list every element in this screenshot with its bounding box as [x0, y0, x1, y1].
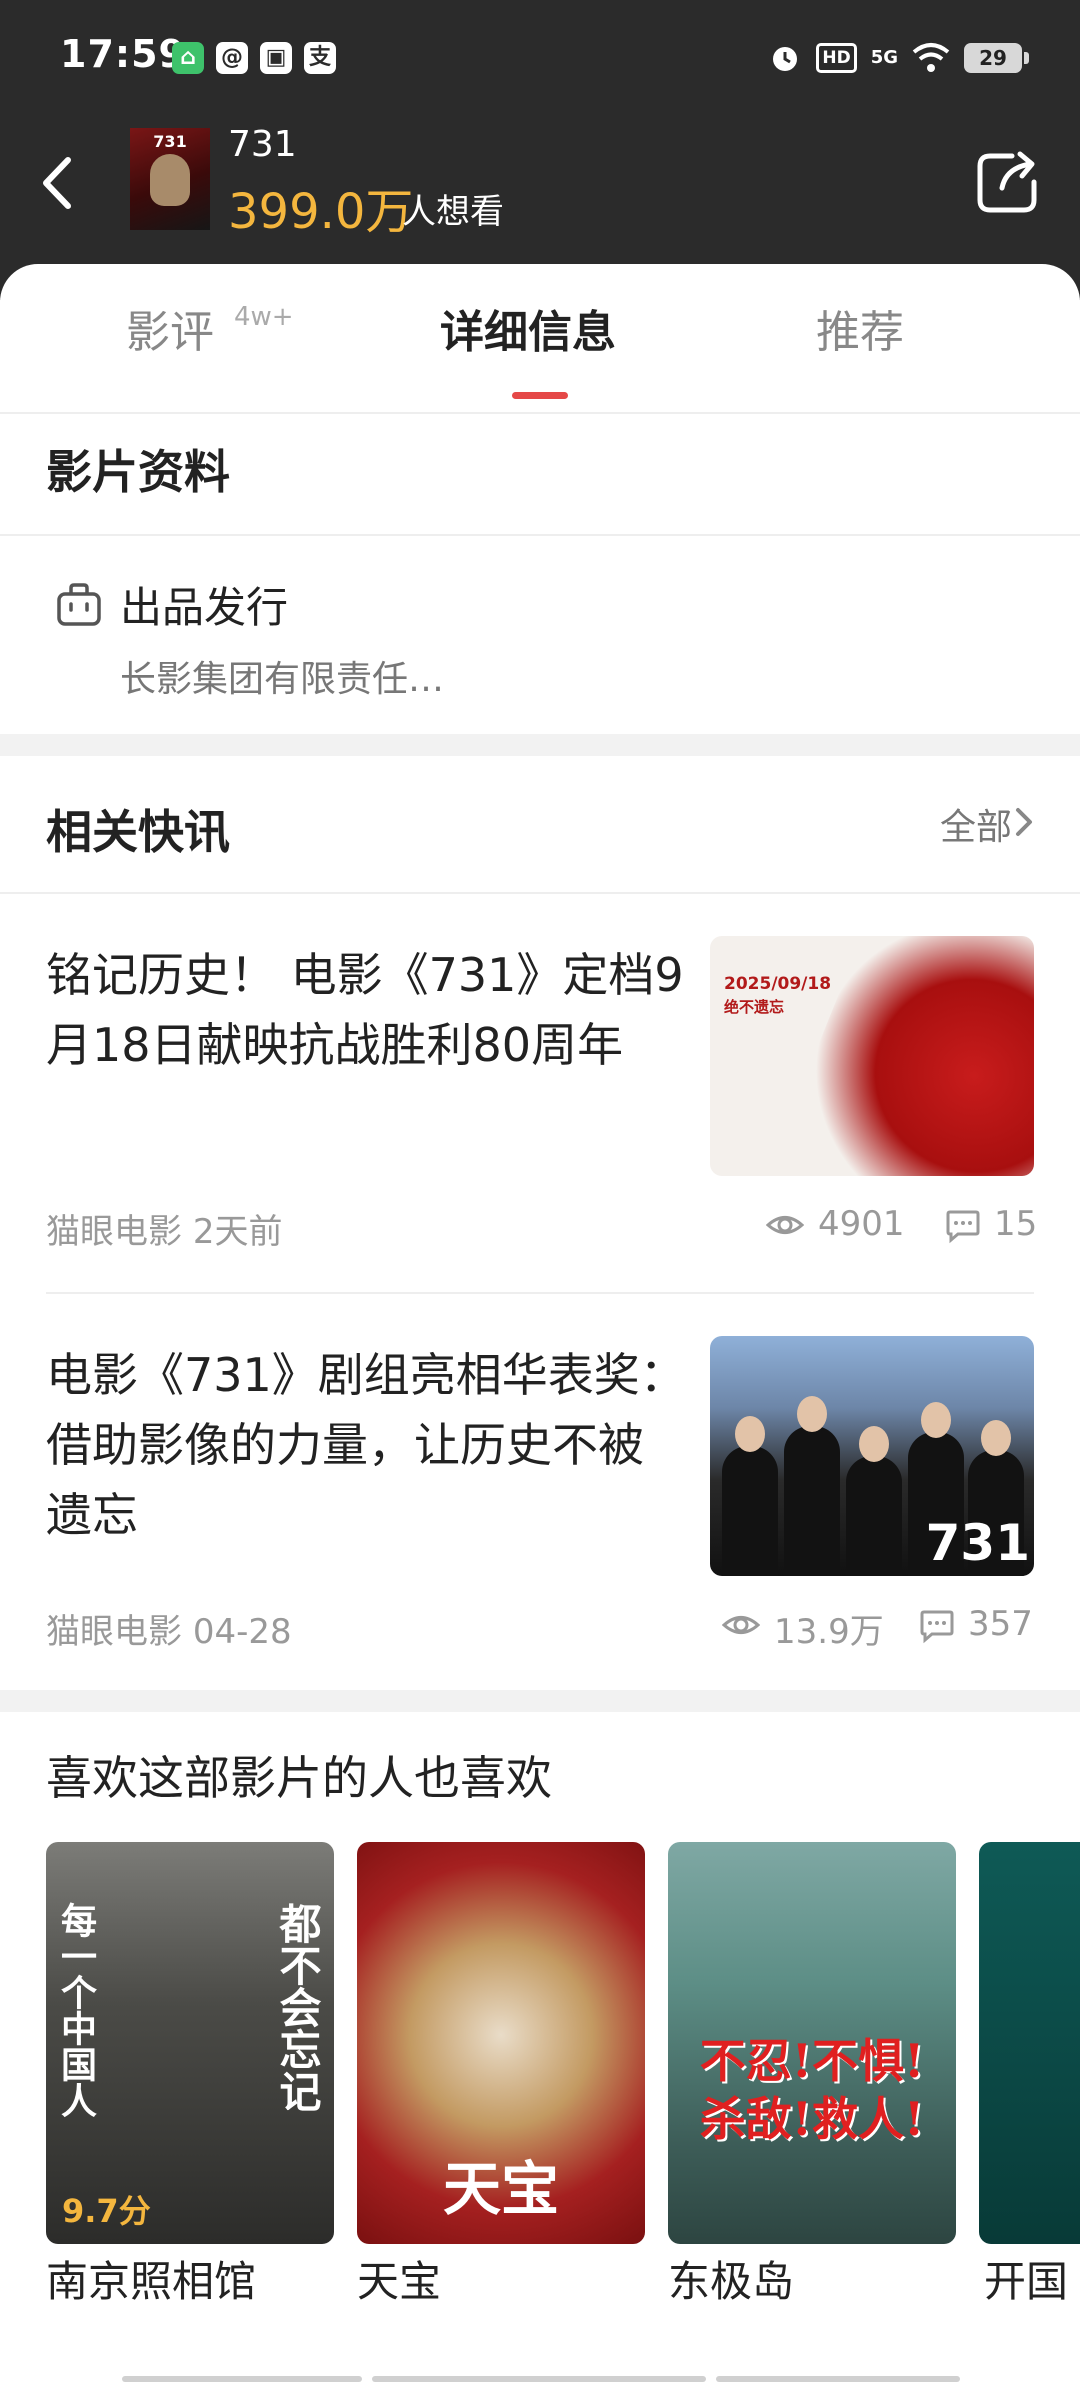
wifi-icon: [912, 43, 950, 72]
eye-icon: [766, 1216, 804, 1234]
news-section-title: 相关快讯: [46, 805, 230, 859]
qq-app-icon: @: [216, 42, 248, 74]
divider: [0, 892, 1080, 894]
news-thumbnail[interactable]: 2025/09/18 绝不遗忘: [710, 936, 1034, 1176]
comment-icon: [946, 1210, 980, 1244]
app-header: 17:59 ⌂ @ ▣ 支 HD 5G 29 731 731 399.0万 人想…: [0, 0, 1080, 300]
news-time: 04-28: [192, 1612, 292, 1652]
news-source-name: 猫眼电影: [46, 1212, 182, 1252]
news-view-count: 13.9万: [774, 1612, 884, 1652]
recommendation-poster[interactable]: [979, 1842, 1080, 2244]
cast-member-figure: [722, 1416, 778, 1576]
thumbnail-date-text: 2025/09/18: [724, 974, 832, 994]
recommendations-title: 喜欢这部影片的人也喜欢: [46, 1751, 552, 1805]
blood-splash-graphic: [773, 936, 1034, 1176]
alipay-icon: 支: [304, 42, 336, 74]
news-view-all-button[interactable]: 全部: [940, 798, 1012, 850]
scroll-indicator: [716, 2376, 960, 2382]
recommendation-name[interactable]: 南京照相馆: [46, 2248, 256, 2309]
cast-member-figure: [846, 1426, 902, 1576]
divider: [0, 534, 1080, 536]
signal-5g-icon: 5G: [870, 47, 898, 68]
recommendation-name[interactable]: 开国: [984, 2248, 1068, 2309]
movie-score: 9.7分: [62, 2192, 151, 2230]
news-time: 2天前: [192, 1212, 283, 1252]
tab-reviews[interactable]: 影评: [126, 296, 214, 360]
eye-icon: [722, 1616, 760, 1634]
news-comment-count: 15: [994, 1204, 1038, 1244]
news-source-name: 猫眼电影: [46, 1612, 182, 1652]
poster-slogan-left: 每一个中国人: [55, 1902, 97, 2118]
recommendation-poster[interactable]: 天宝: [357, 1842, 645, 2244]
poster-title-text: 731: [153, 132, 187, 151]
news-title[interactable]: 电影《731》剧组亮相华表奖：借助影像的力量，让历史不被遗忘: [46, 1340, 686, 1550]
status-time: 17:59: [60, 32, 186, 76]
news-comment-count: 357: [968, 1604, 1033, 1644]
news-source: 猫眼电影 2天前: [46, 1204, 282, 1253]
section-separator: [0, 1690, 1080, 1712]
production-value[interactable]: 长影集团有限责任…: [120, 650, 444, 702]
poster-slogan-right: 都不会忘记: [273, 1902, 322, 2112]
alarm-icon: [773, 47, 798, 71]
comment-icon: [920, 1610, 954, 1644]
news-thumbnail[interactable]: 731: [710, 1336, 1034, 1576]
briefcase-icon: [57, 583, 101, 626]
poster-figure: [150, 154, 190, 206]
scroll-indicator: [372, 2376, 706, 2382]
tab-details[interactable]: 详细信息: [440, 296, 616, 360]
divider: [46, 1292, 1034, 1294]
status-right-icons: HD 5G 29: [768, 40, 1029, 76]
tab-bar: 影评 4w+ 详细信息 推荐: [0, 264, 1080, 414]
news-source: 猫眼电影 04-28: [46, 1604, 292, 1653]
thumbnail-tag: 731: [925, 1514, 1030, 1572]
poster-title-text: 天宝: [442, 2155, 559, 2223]
film-info-title: 影片资料: [46, 445, 230, 499]
tab-recommend[interactable]: 推荐: [816, 296, 904, 360]
active-tab-indicator: [512, 392, 568, 399]
chevron-right-icon[interactable]: [1012, 802, 1036, 842]
want-to-watch-count: 399.0万: [228, 184, 414, 240]
poster-slogan: 不忍!不惧! 杀敌!救人!: [699, 2034, 925, 2146]
news-title[interactable]: 铭记历史！ 电影《731》定档9月18日献映抗战胜利80周年: [46, 940, 686, 1080]
share-icon[interactable]: [972, 146, 1044, 218]
recommendation-name[interactable]: 东极岛: [668, 2248, 794, 2309]
recommendation-name[interactable]: 天宝: [357, 2248, 441, 2309]
production-label: 出品发行: [120, 583, 289, 632]
want-to-watch-label: 人想看: [402, 192, 504, 232]
section-separator: [0, 734, 1080, 756]
shopping-app-icon: ▣: [260, 42, 292, 74]
status-bar: 17:59 ⌂ @ ▣ 支 HD 5G 29: [0, 0, 1080, 110]
reviews-count-badge: 4w+: [234, 302, 294, 332]
recommendation-poster[interactable]: 不忍!不惧! 杀敌!救人!: [668, 1842, 956, 2244]
battery-indicator: 29: [964, 43, 1029, 73]
scroll-indicator: [122, 2376, 362, 2382]
cast-member-figure: [784, 1396, 840, 1576]
news-view-count: 4901: [818, 1204, 905, 1244]
hd-badge: HD: [816, 43, 857, 73]
home-app-icon: ⌂: [172, 42, 204, 74]
back-icon[interactable]: [30, 148, 86, 218]
thumbnail-caption-text: 绝不遗忘: [724, 998, 785, 1016]
detail-content: 影评 4w+ 详细信息 推荐 影片资料 出品发行 长影集团有限责任… 相关快讯 …: [0, 264, 1080, 2388]
movie-poster-thumbnail[interactable]: 731: [130, 128, 210, 230]
movie-title: 731: [228, 124, 297, 165]
recommendation-poster[interactable]: 每一个中国人 都不会忘记 9.7分: [46, 1842, 334, 2244]
